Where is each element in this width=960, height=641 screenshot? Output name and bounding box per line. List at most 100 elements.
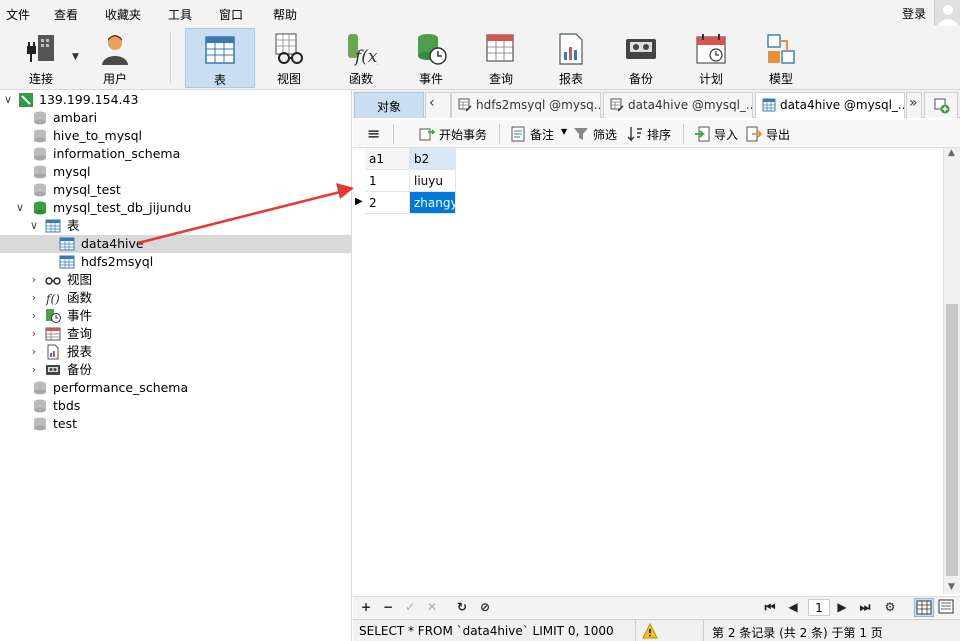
user-button[interactable]: 用户 xyxy=(86,28,144,88)
tab-hdfs2msyql[interactable]: hdfs2msyql @mysq... xyxy=(451,92,601,118)
memo-icon[interactable] xyxy=(510,126,526,142)
vertical-scrollbar[interactable]: ▲ ▼ xyxy=(943,148,960,594)
settings-gear-icon[interactable]: ⚙ xyxy=(883,600,897,614)
filter-button[interactable]: 筛选 xyxy=(593,126,617,143)
first-page-icon[interactable]: ⏮ xyxy=(763,600,777,615)
tree-server-node[interactable]: ∨ 139.199.154.43 xyxy=(0,91,351,109)
tree-db-item[interactable]: information_schema xyxy=(0,145,351,163)
chevron-right-icon[interactable]: › xyxy=(28,327,40,341)
chevron-right-icon[interactable]: › xyxy=(28,309,40,323)
memo-button[interactable]: 备注 xyxy=(530,126,554,143)
apply-changes-icon[interactable]: ✓ xyxy=(403,600,417,614)
tab-data4hive-data-label: data4hive @mysql_... xyxy=(780,98,905,112)
hamburger-menu-icon[interactable]: ≡ xyxy=(367,124,380,143)
tree-backups-group[interactable]: › 备份 xyxy=(0,361,351,379)
tree-db-item[interactable]: test xyxy=(0,415,351,433)
table-button[interactable]: 表 xyxy=(185,28,255,88)
grid-cell-selected[interactable]: zhangyu xyxy=(410,192,456,214)
grid-cell[interactable]: 1 xyxy=(365,170,410,192)
tree-db-item[interactable]: tbds xyxy=(0,397,351,415)
chevron-right-icon[interactable]: › xyxy=(28,273,40,287)
chevron-right-icon[interactable]: › xyxy=(28,291,40,305)
discard-changes-icon[interactable]: ✕ xyxy=(425,600,439,614)
avatar[interactable] xyxy=(934,0,960,26)
filter-icon[interactable] xyxy=(573,126,589,142)
login-link[interactable]: 登录 xyxy=(902,5,926,22)
tree-table-item[interactable]: hdfs2msyql xyxy=(0,253,351,271)
chevron-down-icon[interactable]: ∨ xyxy=(14,201,26,215)
tree-db-item[interactable]: mysql xyxy=(0,163,351,181)
function-button[interactable]: f(x) 函数 xyxy=(330,28,392,88)
tree-db-item[interactable]: performance_schema xyxy=(0,379,351,397)
report-button[interactable]: 报表 xyxy=(540,28,602,88)
chevron-right-icon[interactable]: › xyxy=(28,363,40,377)
begin-transaction-icon[interactable] xyxy=(419,126,435,142)
chevron-down-icon[interactable]: ∨ xyxy=(28,219,40,233)
import-button[interactable]: 导入 xyxy=(714,126,738,143)
tab-data4hive-data[interactable]: data4hive @mysql_... xyxy=(755,92,905,118)
menu-window[interactable]: 窗口 xyxy=(219,6,243,23)
tree-db-item[interactable]: mysql_test xyxy=(0,181,351,199)
menu-view[interactable]: 查看 xyxy=(54,6,78,23)
next-page-icon[interactable]: ▶ xyxy=(835,600,849,614)
menu-help[interactable]: 帮助 xyxy=(273,6,297,23)
tree-db-item[interactable]: ambari xyxy=(0,109,351,127)
scroll-down-icon[interactable]: ▼ xyxy=(948,582,955,592)
add-record-icon[interactable]: + xyxy=(359,600,373,614)
model-button[interactable]: 模型 xyxy=(750,28,812,88)
database-icon xyxy=(34,129,46,143)
begin-transaction-button[interactable]: 开始事务 xyxy=(439,126,487,143)
column-header-b2[interactable]: b2 xyxy=(410,148,456,170)
sort-icon[interactable] xyxy=(627,126,643,142)
group-label: 函数 xyxy=(67,290,93,305)
scrollbar-thumb[interactable] xyxy=(946,304,958,576)
tab-scroll-right-button[interactable]: » xyxy=(906,92,922,118)
tab-scroll-left-button[interactable]: ‹ xyxy=(425,92,451,118)
tree-db-item[interactable]: hive_to_mysql xyxy=(0,127,351,145)
group-label: 查询 xyxy=(67,326,93,341)
form-view-button[interactable] xyxy=(937,598,957,617)
tree-functions-group[interactable]: › f() 函数 xyxy=(0,289,351,307)
tab-data4hive-design[interactable]: data4hive @mysql_... xyxy=(603,92,753,118)
previous-page-icon[interactable]: ◀ xyxy=(786,600,800,614)
scroll-up-icon[interactable]: ▲ xyxy=(948,148,955,158)
tree-queries-group[interactable]: › 查询 xyxy=(0,325,351,343)
tree-views-group[interactable]: › 视图 xyxy=(0,271,351,289)
stop-icon[interactable]: ⊘ xyxy=(478,600,492,614)
menu-tools[interactable]: 工具 xyxy=(168,6,192,23)
grid-view-button[interactable] xyxy=(914,598,934,617)
delete-record-icon[interactable]: − xyxy=(381,600,395,614)
chevron-right-icon[interactable]: › xyxy=(28,345,40,359)
new-tab-button[interactable] xyxy=(924,92,958,118)
chevron-down-icon[interactable]: ∨ xyxy=(2,93,14,107)
connect-button[interactable]: 连接 xyxy=(12,28,70,88)
column-header-a1[interactable]: a1 xyxy=(365,148,410,170)
grid-cell[interactable]: 2 xyxy=(365,192,410,214)
memo-dropdown-icon[interactable]: ▼ xyxy=(561,127,567,136)
export-button[interactable]: 导出 xyxy=(766,126,790,143)
import-icon[interactable] xyxy=(694,126,710,142)
last-page-icon[interactable]: ⏭ xyxy=(858,600,872,615)
export-icon[interactable] xyxy=(746,126,762,142)
sort-button[interactable]: 排序 xyxy=(647,126,671,143)
backup-button[interactable]: 备份 xyxy=(610,28,672,88)
warning-icon[interactable] xyxy=(642,623,658,639)
page-number-input[interactable]: 1 xyxy=(808,599,830,616)
connect-dropdown-icon[interactable]: ▼ xyxy=(72,52,79,62)
event-button[interactable]: 事件 xyxy=(400,28,462,88)
view-button[interactable]: 视图 xyxy=(258,28,320,88)
query-button[interactable]: 查询 xyxy=(470,28,532,88)
menu-favorites[interactable]: 收藏夹 xyxy=(105,6,141,23)
menu-file[interactable]: 文件 xyxy=(6,6,30,23)
tree-reports-group[interactable]: › 报表 xyxy=(0,343,351,361)
refresh-icon[interactable]: ↻ xyxy=(455,600,469,614)
schedule-button[interactable]: 计划 xyxy=(680,28,742,88)
tree-tables-group[interactable]: ∨ 表 xyxy=(0,217,351,235)
tab-objects[interactable]: 对象 xyxy=(354,92,424,118)
report-label: 报表 xyxy=(558,72,583,86)
grid-cell[interactable]: liuyu xyxy=(410,170,456,192)
tree-events-group[interactable]: › 事件 xyxy=(0,307,351,325)
tree-open-db[interactable]: ∨ mysql_test_db_jijundu xyxy=(0,199,351,217)
tree-table-item-selected[interactable]: data4hive xyxy=(0,235,351,253)
object-toolbar: ≡ 开始事务 备注 ▼ 筛选 排序 导入 导出 xyxy=(353,120,960,148)
